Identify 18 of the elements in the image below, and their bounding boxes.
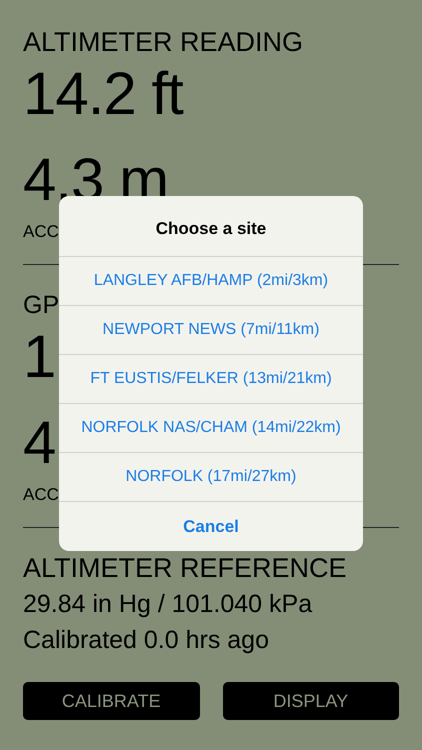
site-option[interactable]: LANGLEY AFB/HAMP (2mi/3km) <box>59 257 363 306</box>
action-button[interactable]: CALIBRATE <box>23 682 200 720</box>
accuracy-label: ACC <box>23 221 59 243</box>
site-option[interactable]: FT EUSTIS/FELKER (13mi/21km) <box>59 355 363 404</box>
accuracy-label: ACC <box>23 484 59 506</box>
altitude-feet: 14.2 ft <box>23 59 183 129</box>
calibration-status: Calibrated 0.0 hrs ago <box>23 625 269 656</box>
cancel-button[interactable]: Cancel <box>59 502 363 551</box>
section-heading: GP <box>23 290 60 321</box>
site-option[interactable]: NORFOLK (17mi/27km) <box>59 453 363 502</box>
site-option[interactable]: NORFOLK NAS/CHAM (14mi/22km) <box>59 404 363 453</box>
pressure-reading: 29.84 in Hg / 101.040 kPa <box>23 589 312 620</box>
altitude-meters: 4 <box>23 408 56 478</box>
section-heading: ALTIMETER READING <box>23 26 304 59</box>
action-button[interactable]: DISPLAY <box>222 682 399 720</box>
site-option[interactable]: NEWPORT NEWS (7mi/11km) <box>59 306 363 355</box>
section-heading: ALTIMETER REFERENCE <box>23 552 347 585</box>
altitude-feet: 1 <box>23 322 56 392</box>
